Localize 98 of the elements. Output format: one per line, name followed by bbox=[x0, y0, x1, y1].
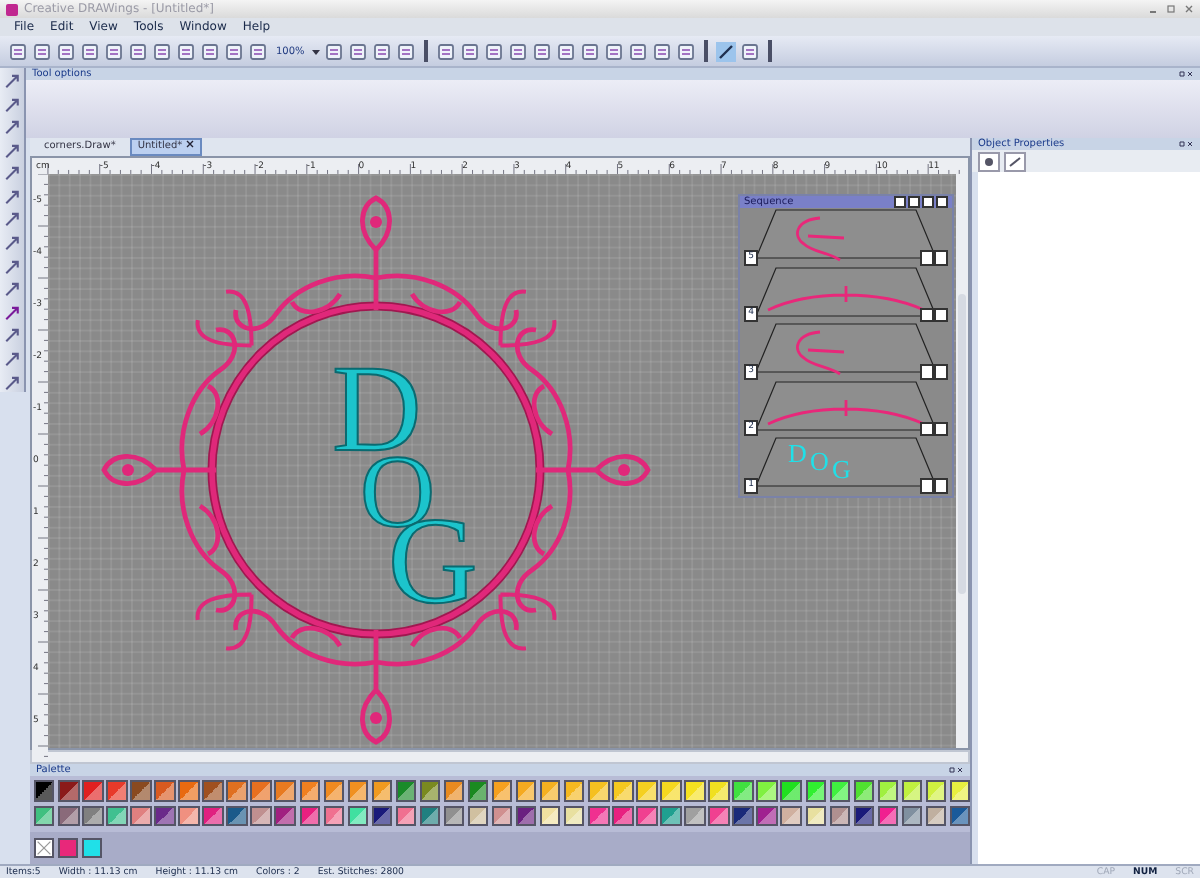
color-swatch[interactable] bbox=[202, 805, 224, 826]
color-swatch[interactable] bbox=[419, 805, 441, 826]
color-swatch[interactable] bbox=[250, 805, 272, 826]
color-swatch[interactable] bbox=[178, 780, 200, 801]
color-swatch[interactable] bbox=[178, 805, 200, 826]
color-swatch[interactable] bbox=[780, 805, 802, 826]
color-swatch[interactable] bbox=[780, 780, 802, 801]
color-swatch[interactable] bbox=[34, 780, 55, 801]
color-swatch[interactable] bbox=[130, 805, 152, 826]
color-swatch[interactable] bbox=[202, 780, 224, 801]
layer-plane[interactable] bbox=[755, 437, 937, 487]
color-swatch[interactable] bbox=[684, 805, 706, 826]
color-swatch[interactable] bbox=[756, 805, 778, 826]
color-swatch[interactable] bbox=[949, 780, 971, 801]
pen-icon[interactable] bbox=[716, 41, 737, 61]
color-swatch[interactable] bbox=[829, 805, 850, 826]
corner-ornament-thumbnail bbox=[796, 216, 846, 262]
color-swatch[interactable] bbox=[491, 805, 513, 826]
color-swatch[interactable] bbox=[539, 805, 561, 826]
color-swatch[interactable] bbox=[877, 780, 899, 801]
color-swatch[interactable] bbox=[660, 780, 682, 801]
color-swatch[interactable] bbox=[636, 780, 658, 801]
color-swatch[interactable] bbox=[564, 780, 585, 801]
color-swatch[interactable] bbox=[612, 780, 634, 801]
restore-icon[interactable] bbox=[1166, 4, 1176, 14]
color-swatch[interactable] bbox=[226, 805, 248, 826]
color-swatch[interactable] bbox=[829, 780, 850, 801]
color-swatch[interactable] bbox=[925, 780, 947, 801]
color-swatch[interactable] bbox=[299, 805, 320, 826]
color-swatch[interactable] bbox=[588, 780, 610, 801]
color-swatch[interactable] bbox=[58, 805, 79, 826]
properties-tab-icon[interactable] bbox=[978, 152, 1000, 172]
color-swatch[interactable] bbox=[274, 780, 296, 801]
horizontal-scrollbar[interactable] bbox=[30, 750, 970, 764]
color-swatch[interactable] bbox=[636, 805, 658, 826]
color-swatch[interactable] bbox=[949, 805, 971, 826]
color-swatch[interactable] bbox=[106, 780, 128, 801]
color-swatch[interactable] bbox=[154, 780, 176, 801]
color-swatch[interactable] bbox=[82, 780, 104, 801]
color-swatch[interactable] bbox=[539, 780, 561, 801]
color-swatch[interactable] bbox=[371, 780, 393, 801]
color-swatch[interactable] bbox=[588, 805, 610, 826]
app-icon bbox=[6, 3, 18, 15]
pin-close-icon[interactable] bbox=[1178, 140, 1194, 148]
pin-close-icon[interactable] bbox=[948, 766, 964, 774]
color-swatch[interactable] bbox=[154, 805, 176, 826]
color-swatch[interactable] bbox=[395, 805, 417, 826]
color-swatch[interactable] bbox=[853, 780, 875, 801]
close-icon[interactable] bbox=[1184, 4, 1194, 14]
color-swatch[interactable] bbox=[395, 780, 417, 801]
color-swatch[interactable] bbox=[226, 780, 248, 801]
color-swatch[interactable] bbox=[708, 805, 730, 826]
monogram-thumbnail: DOG bbox=[788, 438, 851, 484]
corner-ornament-thumbnail bbox=[796, 330, 846, 376]
monogram-drawing: D OG bbox=[332, 342, 478, 630]
color-swatch[interactable] bbox=[684, 780, 706, 801]
pin-close-icon[interactable] bbox=[1178, 70, 1194, 78]
used-color-swatch[interactable] bbox=[58, 838, 78, 858]
color-swatch[interactable] bbox=[274, 805, 296, 826]
color-swatch[interactable] bbox=[34, 805, 55, 826]
color-swatch[interactable] bbox=[660, 805, 682, 826]
color-swatch[interactable] bbox=[443, 780, 465, 801]
color-swatch[interactable] bbox=[901, 805, 923, 826]
color-swatch[interactable] bbox=[491, 780, 513, 801]
color-swatch[interactable] bbox=[732, 780, 754, 801]
color-swatch[interactable] bbox=[877, 805, 899, 826]
color-swatch[interactable] bbox=[805, 780, 826, 801]
color-swatch[interactable] bbox=[347, 805, 369, 826]
used-color-swatch[interactable] bbox=[82, 838, 102, 858]
color-swatch[interactable] bbox=[323, 805, 345, 826]
color-swatch[interactable] bbox=[925, 805, 947, 826]
color-swatch[interactable] bbox=[347, 780, 369, 801]
dropdown-caret-icon[interactable] bbox=[312, 47, 321, 55]
color-swatch[interactable] bbox=[58, 780, 79, 801]
color-swatch[interactable] bbox=[130, 780, 152, 801]
color-swatch[interactable] bbox=[371, 805, 393, 826]
color-swatch[interactable] bbox=[467, 780, 489, 801]
color-swatch[interactable] bbox=[708, 780, 730, 801]
color-swatch[interactable] bbox=[250, 780, 272, 801]
color-swatch[interactable] bbox=[443, 805, 465, 826]
color-swatch[interactable] bbox=[82, 805, 104, 826]
no-color-swatch[interactable] bbox=[34, 838, 54, 858]
color-swatch[interactable] bbox=[564, 805, 585, 826]
color-swatch[interactable] bbox=[612, 805, 634, 826]
color-swatch[interactable] bbox=[732, 805, 754, 826]
color-swatch[interactable] bbox=[467, 805, 489, 826]
color-swatch[interactable] bbox=[756, 780, 778, 801]
color-swatch[interactable] bbox=[299, 780, 320, 801]
color-swatch[interactable] bbox=[419, 780, 441, 801]
close-tab-icon[interactable] bbox=[186, 140, 195, 148]
color-swatch[interactable] bbox=[901, 780, 923, 801]
color-swatch[interactable] bbox=[853, 805, 875, 826]
vertical-scrollbar[interactable] bbox=[956, 174, 968, 749]
color-swatch[interactable] bbox=[805, 805, 826, 826]
color-swatch[interactable] bbox=[323, 780, 345, 801]
color-swatch[interactable] bbox=[515, 805, 537, 826]
color-swatch[interactable] bbox=[106, 805, 128, 826]
color-swatch[interactable] bbox=[515, 780, 537, 801]
